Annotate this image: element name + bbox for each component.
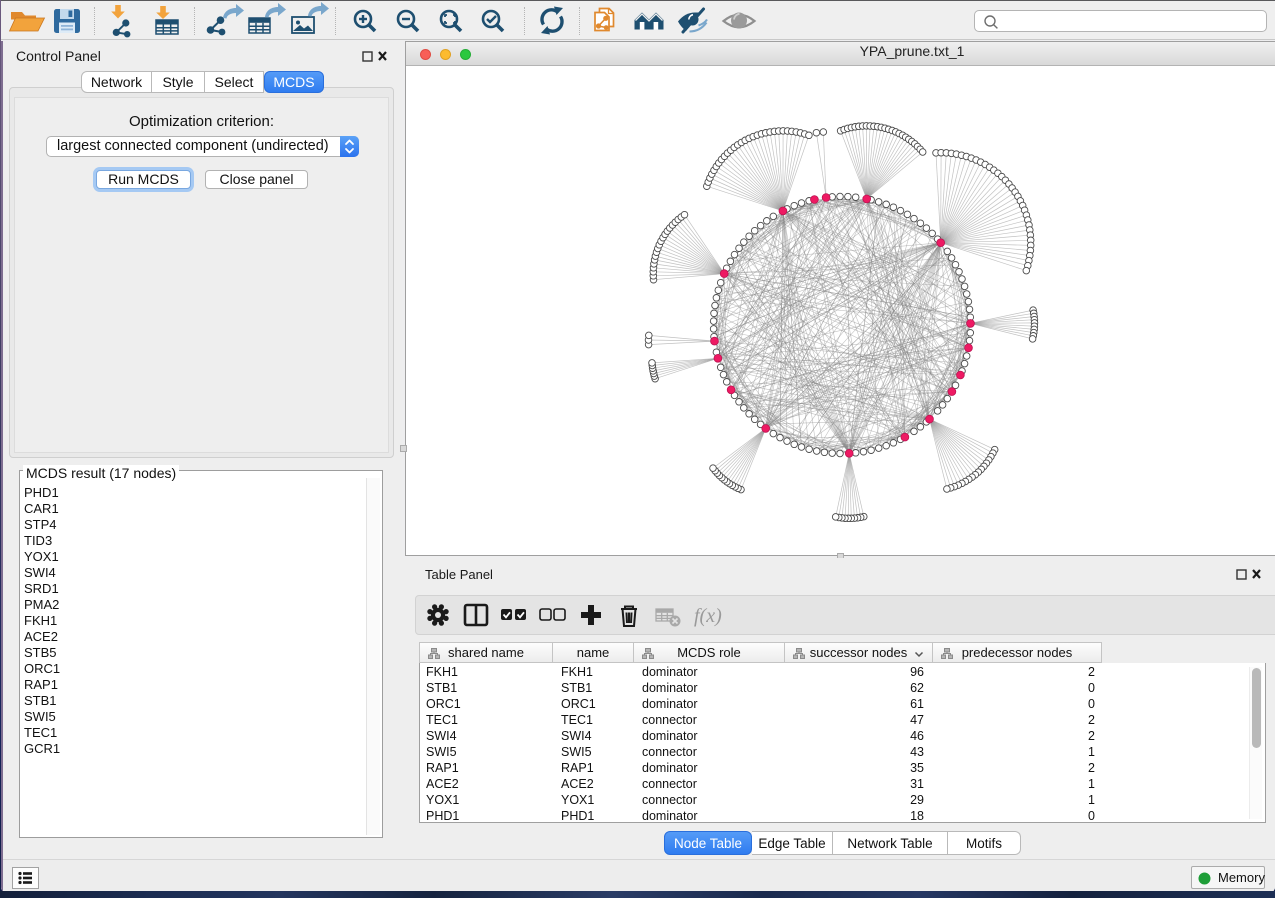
- svg-text:f(x): f(x): [694, 605, 722, 627]
